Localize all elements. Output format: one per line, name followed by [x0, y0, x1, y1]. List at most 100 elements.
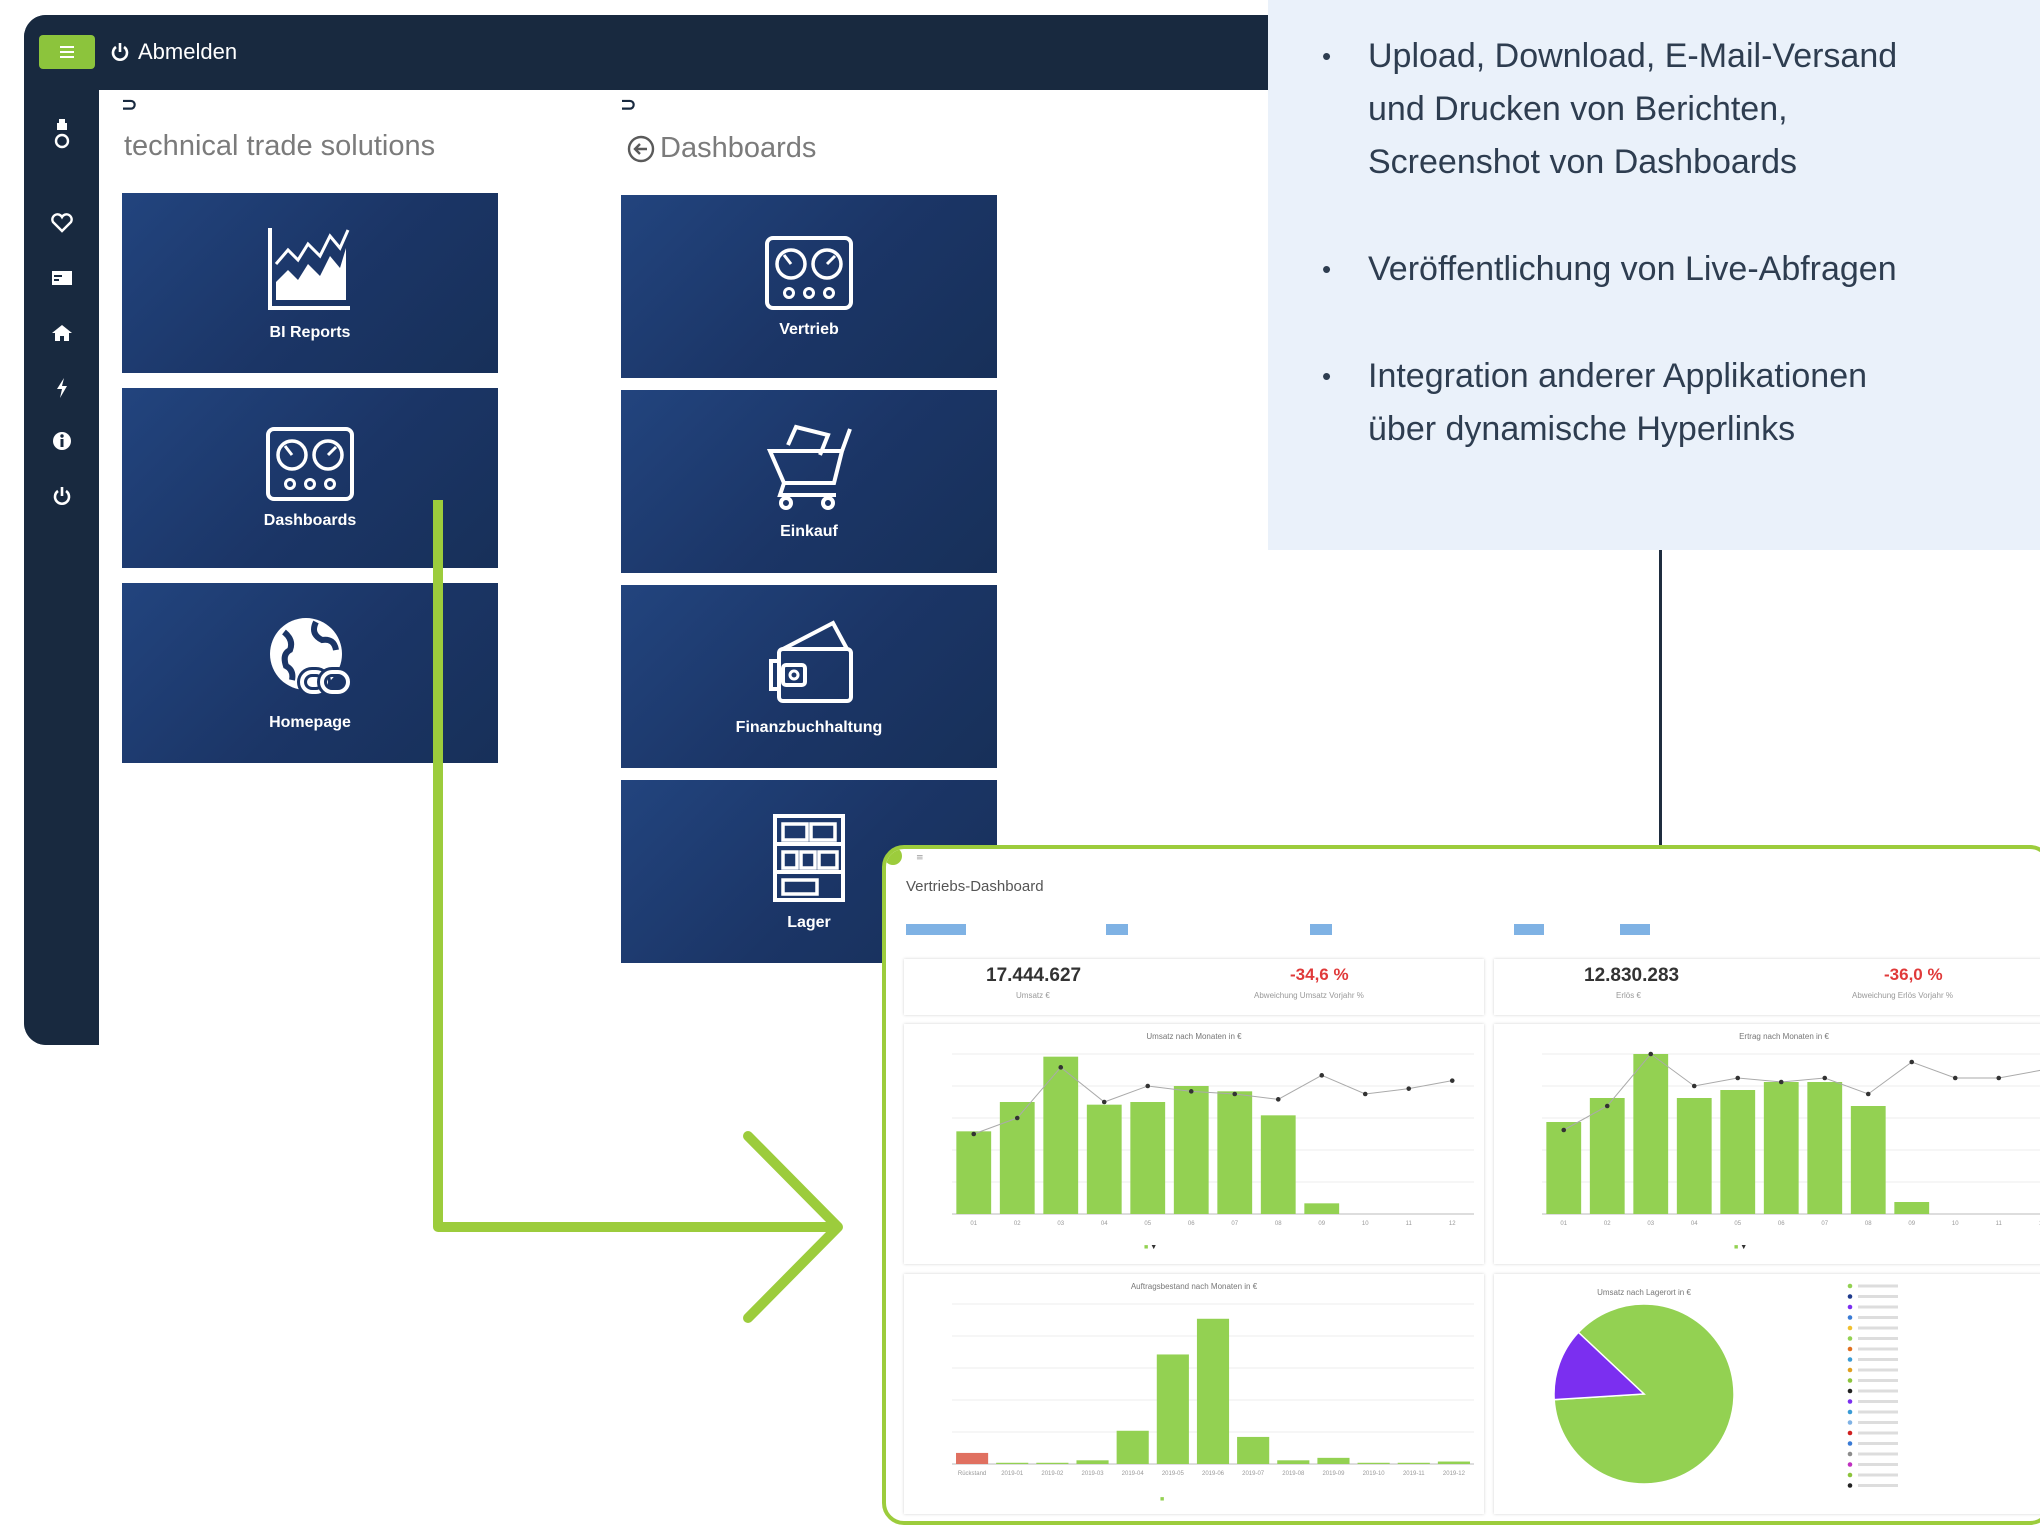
tick-label: 2019-07 — [1242, 1471, 1265, 1477]
kpi-value: -36,0 % — [1884, 965, 1943, 985]
bar — [1317, 1458, 1349, 1464]
bar — [1076, 1460, 1108, 1464]
kpi-label: Erlös € — [1616, 991, 1641, 1000]
legend-marker — [1848, 1294, 1853, 1299]
bar — [1720, 1090, 1755, 1214]
tick-label: 01 — [1560, 1221, 1567, 1227]
bar — [1398, 1463, 1430, 1464]
legend-text-placeholder — [1858, 1390, 1898, 1393]
filter-jahr[interactable] — [1514, 911, 1544, 939]
tick-label: 10 — [1362, 1221, 1369, 1227]
filter-monat[interactable] — [1620, 911, 1650, 939]
legend-text-placeholder — [1858, 1400, 1898, 1403]
chart-auftragsbestand: Rückstand2019-012019-022019-032019-04201… — [904, 1274, 1484, 1514]
kpi-panel-umsatz: 17.444.627 Umsatz € -34,6 % Abweichung U… — [904, 959, 1484, 1015]
bar — [1130, 1102, 1165, 1214]
line-point — [1406, 1086, 1411, 1091]
line-point — [1648, 1052, 1653, 1057]
chart-legend: ■ ▼ — [1734, 1244, 1747, 1251]
bar — [956, 1131, 991, 1214]
tick-label: Rückstand — [958, 1471, 986, 1477]
kpi-label: Abweichung Erlös Vorjahr % — [1852, 991, 1953, 1000]
tick-label: 05 — [1144, 1221, 1151, 1227]
bar — [1117, 1431, 1149, 1464]
legend-marker — [1848, 1357, 1853, 1362]
bar — [1807, 1082, 1842, 1214]
line-point — [1866, 1092, 1871, 1097]
legend-marker — [1848, 1347, 1853, 1352]
line-point — [1909, 1060, 1914, 1065]
tick-label: 2019-04 — [1122, 1471, 1145, 1477]
bar — [1237, 1437, 1269, 1464]
legend-text-placeholder — [1858, 1285, 1898, 1288]
legend-text-placeholder — [1858, 1327, 1898, 1330]
chart-legend: ■ ▼ — [1144, 1244, 1157, 1251]
legend-marker — [1848, 1483, 1853, 1488]
chart-legend: ■ — [1160, 1496, 1164, 1503]
sales-dashboard: ≡ Vertriebs-Dashboard 17.444.627 Umsatz … — [882, 845, 2040, 1525]
tick-label: 2019-12 — [1443, 1471, 1466, 1477]
tick-label: 04 — [1101, 1221, 1108, 1227]
filter-lagerort[interactable] — [1106, 911, 1128, 939]
legend-text-placeholder — [1858, 1453, 1898, 1456]
legend-text-placeholder — [1858, 1369, 1898, 1372]
tick-label: 2019-11 — [1403, 1471, 1425, 1477]
tick-label: 2019-05 — [1162, 1471, 1185, 1477]
line-point — [1363, 1092, 1368, 1097]
filter-value — [906, 924, 966, 935]
tick-label: 02 — [1604, 1221, 1611, 1227]
tick-label: 08 — [1275, 1221, 1282, 1227]
line-point — [1232, 1092, 1237, 1097]
legend-marker — [1848, 1420, 1853, 1425]
bar — [1358, 1463, 1390, 1464]
tick-label: 07 — [1231, 1221, 1238, 1227]
tick-label: 11 — [1996, 1221, 2003, 1227]
chart-ertrag: 010203040506070809101112 — [1494, 1024, 2040, 1264]
bar — [1438, 1462, 1470, 1464]
line-point — [1779, 1080, 1784, 1085]
line-point — [1692, 1084, 1697, 1089]
line-point — [971, 1132, 976, 1137]
tick-label: 05 — [1734, 1221, 1741, 1227]
filter-vertreter[interactable] — [1310, 911, 1332, 939]
chart-panel-ertrag: Ertrag nach Monaten in € 010203040506070… — [1494, 1024, 2040, 1264]
bar — [1197, 1319, 1229, 1464]
line-point — [1605, 1104, 1610, 1109]
kpi-panel-erloes: 12.830.283 Erlös € -36,0 % Abweichung Er… — [1494, 959, 2040, 1015]
filter-label — [1514, 911, 1544, 920]
line-point — [1189, 1089, 1194, 1094]
tick-label: 2019-06 — [1202, 1471, 1225, 1477]
tick-label: 03 — [1057, 1221, 1064, 1227]
legend-text-placeholder — [1858, 1306, 1898, 1309]
tick-label: 09 — [1908, 1221, 1915, 1227]
legend-marker — [1848, 1473, 1853, 1478]
legend-text-placeholder — [1858, 1432, 1898, 1435]
kpi-value: 12.830.283 — [1584, 965, 1679, 987]
legend-marker — [1848, 1315, 1853, 1320]
legend-text-placeholder — [1858, 1348, 1898, 1351]
line-point — [1953, 1076, 1958, 1081]
chart-panel-auftragsbestand: Auftragsbestand nach Monaten in € Rückst… — [904, 1274, 1484, 1514]
filter-value — [1620, 924, 1650, 935]
bar — [1546, 1122, 1581, 1214]
legend-text-placeholder — [1858, 1421, 1898, 1424]
bar — [1157, 1354, 1189, 1464]
line-point — [1102, 1100, 1107, 1105]
filter-value — [1106, 924, 1128, 935]
kpi-label: Umsatz € — [1016, 991, 1050, 1000]
legend-marker — [1848, 1305, 1853, 1310]
kpi-label: Abweichung Umsatz Vorjahr % — [1254, 991, 1364, 1000]
bar — [1851, 1106, 1886, 1214]
bar — [956, 1453, 988, 1464]
legend-marker — [1848, 1399, 1853, 1404]
legend-text-placeholder — [1858, 1379, 1898, 1382]
tick-label: 2019-08 — [1282, 1471, 1305, 1477]
bar — [1174, 1086, 1209, 1214]
dashboard-title: Vertriebs-Dashboard — [906, 878, 1044, 895]
legend-marker — [1848, 1368, 1853, 1373]
legend-text-placeholder — [1858, 1484, 1898, 1487]
legend-text-placeholder — [1858, 1337, 1898, 1340]
tick-label: 07 — [1821, 1221, 1828, 1227]
filter-mandant[interactable] — [906, 911, 966, 939]
tick-label: 08 — [1865, 1221, 1872, 1227]
